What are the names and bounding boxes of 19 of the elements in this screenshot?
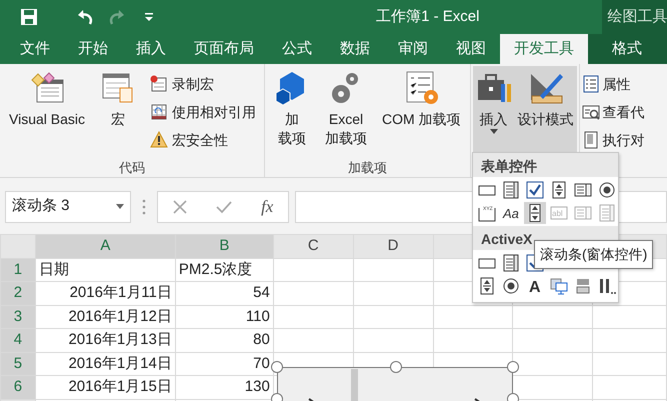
cell-text: 130 bbox=[244, 378, 270, 395]
cell-text: PM2.5浓度 bbox=[178, 260, 252, 278]
section-title: 表单控件 bbox=[481, 158, 537, 174]
cell-text: 110 bbox=[246, 308, 270, 324]
cell-text: 2016年1月15日 bbox=[68, 378, 172, 395]
cell-text: 日期 bbox=[38, 260, 69, 278]
section-title: ActiveX bbox=[481, 231, 532, 247]
window-title: 工作簿1 - Excel bbox=[376, 6, 480, 27]
group-label: 代码 bbox=[119, 160, 145, 175]
tooltip: 滚动条(窗体控件) bbox=[534, 240, 654, 269]
cell-text: 2016年1月14日 bbox=[68, 354, 172, 372]
context-tab-label: 绘图工具 bbox=[608, 6, 667, 27]
cell-text: 80 bbox=[253, 331, 270, 348]
cell-text: 2016年1月12日 bbox=[68, 308, 172, 324]
cell-text: 2016年1月11日 bbox=[70, 284, 172, 301]
group-label: 加载项 bbox=[348, 160, 387, 175]
cell-text: 70 bbox=[253, 354, 270, 372]
cell-text: 54 bbox=[253, 284, 270, 301]
cell-text: 2016年1月13日 bbox=[68, 331, 172, 348]
